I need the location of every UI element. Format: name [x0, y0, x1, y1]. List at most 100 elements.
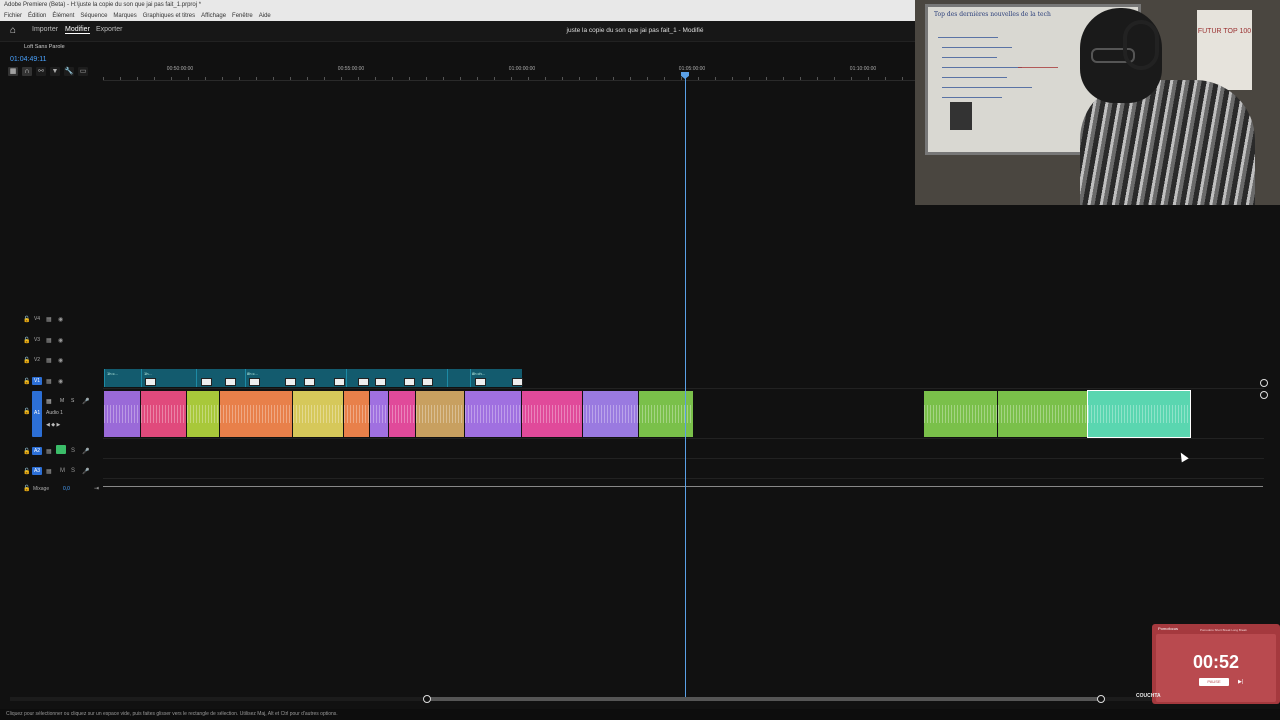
- menu-graphiques[interactable]: Graphiques et titres: [143, 11, 195, 21]
- skip-icon[interactable]: ▶|: [1238, 679, 1243, 685]
- home-icon[interactable]: ⌂: [10, 26, 20, 36]
- mix-value[interactable]: 0,0: [63, 486, 70, 492]
- menu-fichier[interactable]: Fichier: [4, 11, 22, 21]
- clip-thumbnail: [404, 378, 415, 386]
- playhead-line[interactable]: [685, 74, 686, 698]
- audio-clip[interactable]: [370, 391, 388, 437]
- menu-sequence[interactable]: Séquence: [80, 11, 107, 21]
- menu-fenetre[interactable]: Fenêtre: [232, 11, 253, 21]
- menu-edition[interactable]: Édition: [28, 11, 46, 21]
- sync-lock-icon[interactable]: ▦: [46, 398, 52, 405]
- tab-exporter[interactable]: Exporter: [96, 26, 122, 33]
- sync-lock-icon[interactable]: ▦: [46, 468, 52, 475]
- lock-icon[interactable]: 🔓: [23, 337, 30, 344]
- ruler-minor-tick: [851, 77, 852, 80]
- lock-icon[interactable]: 🔓: [23, 378, 30, 385]
- audio-clip[interactable]: [522, 391, 582, 437]
- ruler-minor-tick: [800, 77, 801, 80]
- ruler-minor-tick: [545, 77, 546, 80]
- sync-lock-icon[interactable]: ▦: [46, 448, 52, 455]
- solo-icon[interactable]: S: [71, 448, 75, 454]
- audio-clip[interactable]: [220, 391, 292, 437]
- track-label[interactable]: V4: [32, 315, 42, 323]
- audio-clip[interactable]: [583, 391, 638, 437]
- ruler-minor-tick: [477, 77, 478, 80]
- captions-icon[interactable]: ▭: [78, 67, 88, 76]
- zoom-handle-left[interactable]: [423, 695, 431, 703]
- audio-clip[interactable]: [141, 391, 186, 437]
- solo-icon[interactable]: S: [71, 398, 74, 404]
- tab-importer[interactable]: Importer: [32, 26, 58, 33]
- lock-icon[interactable]: 🔓: [23, 448, 30, 455]
- keyframe-nav-icon[interactable]: ◀ ◆ ▶: [46, 422, 60, 428]
- sync-lock-icon[interactable]: ▦: [46, 337, 52, 344]
- mute-button-active[interactable]: [56, 445, 66, 454]
- ruler-minor-tick: [664, 77, 665, 80]
- track-label[interactable]: V3: [32, 336, 42, 344]
- menu-affichage[interactable]: Affichage: [201, 11, 226, 21]
- poster: FUTUR TOP 100: [1197, 10, 1252, 90]
- eye-icon[interactable]: ◉: [58, 378, 63, 385]
- add-marker-icon[interactable]: ▼: [50, 67, 60, 76]
- timecode-display[interactable]: 01:04:49:11: [10, 56, 46, 63]
- overlay-label: COUCHTA: [1136, 693, 1161, 699]
- linked-selection-icon[interactable]: ⚯: [36, 67, 46, 76]
- lock-icon[interactable]: 🔓: [23, 485, 30, 492]
- scroll-handle[interactable]: [1260, 391, 1268, 399]
- nest-sequence-icon[interactable]: ▦: [8, 67, 18, 76]
- lock-icon[interactable]: 🔓: [23, 316, 30, 323]
- eye-icon[interactable]: ◉: [58, 357, 63, 364]
- microphone-icon[interactable]: 🎤: [82, 398, 89, 405]
- lock-icon[interactable]: 🔓: [23, 408, 30, 415]
- mouse-cursor: [1177, 450, 1189, 463]
- audio-clip[interactable]: [924, 391, 997, 437]
- audio-clip[interactable]: [998, 391, 1087, 437]
- horizontal-scrollbar[interactable]: [10, 695, 1260, 703]
- timer-start-button[interactable]: PAUSE: [1199, 678, 1229, 686]
- mute-icon[interactable]: M: [60, 468, 65, 474]
- scroll-thumb[interactable]: [426, 697, 1100, 701]
- audio-clip[interactable]: [187, 391, 219, 437]
- track-label[interactable]: A2: [32, 447, 42, 455]
- track-label[interactable]: V1: [32, 377, 42, 385]
- audio-track-name: Audio 1: [46, 410, 63, 416]
- sequence-tab[interactable]: Loft Sans Parole: [0, 41, 915, 53]
- timer-tabs[interactable]: Pomodoro Short Break Long Break: [1200, 628, 1247, 632]
- eye-icon[interactable]: ◉: [58, 316, 63, 323]
- ruler-minor-tick: [103, 77, 104, 80]
- audio-clip[interactable]: [465, 391, 521, 437]
- vertical-scrollbar[interactable]: [1260, 215, 1268, 695]
- track-label[interactable]: A3: [32, 467, 42, 475]
- microphone-icon[interactable]: 🎤: [82, 468, 89, 475]
- microphone-icon[interactable]: 🎤: [82, 448, 89, 455]
- sync-lock-icon[interactable]: ▦: [46, 357, 52, 364]
- audio-clip-selected[interactable]: [1087, 390, 1191, 438]
- tab-modifier[interactable]: Modifier: [65, 26, 90, 34]
- go-to-end-icon[interactable]: ⇥: [94, 485, 99, 492]
- track-label[interactable]: A1: [34, 410, 40, 416]
- mute-icon[interactable]: M: [60, 398, 64, 404]
- menu-aide[interactable]: Aide: [259, 11, 271, 21]
- solo-icon[interactable]: S: [71, 468, 75, 474]
- wrench-icon[interactable]: 🔧: [64, 67, 74, 76]
- menu-element[interactable]: Élément: [52, 11, 74, 21]
- snap-icon[interactable]: ∩: [22, 67, 32, 76]
- audio-clip[interactable]: [293, 391, 343, 437]
- menu-marques[interactable]: Marques: [113, 11, 136, 21]
- sync-lock-icon[interactable]: ▦: [46, 378, 52, 385]
- audio-clip[interactable]: [344, 391, 369, 437]
- scroll-handle[interactable]: [1260, 379, 1268, 387]
- time-ruler[interactable]: 00:50:00:00 00:55:00:00 01:00:00:00 01:0…: [103, 66, 915, 81]
- lock-icon[interactable]: 🔓: [23, 468, 30, 475]
- lock-icon[interactable]: 🔓: [23, 357, 30, 364]
- audio-clip[interactable]: [104, 391, 140, 437]
- video-clip[interactable]: [447, 369, 470, 387]
- ruler-minor-tick: [494, 77, 495, 80]
- sync-lock-icon[interactable]: ▦: [46, 316, 52, 323]
- ruler-minor-tick: [188, 77, 189, 80]
- eye-icon[interactable]: ◉: [58, 337, 63, 344]
- audio-clip[interactable]: [416, 391, 464, 437]
- track-label[interactable]: V2: [32, 356, 42, 364]
- audio-clip[interactable]: [389, 391, 415, 437]
- zoom-handle-right[interactable]: [1097, 695, 1105, 703]
